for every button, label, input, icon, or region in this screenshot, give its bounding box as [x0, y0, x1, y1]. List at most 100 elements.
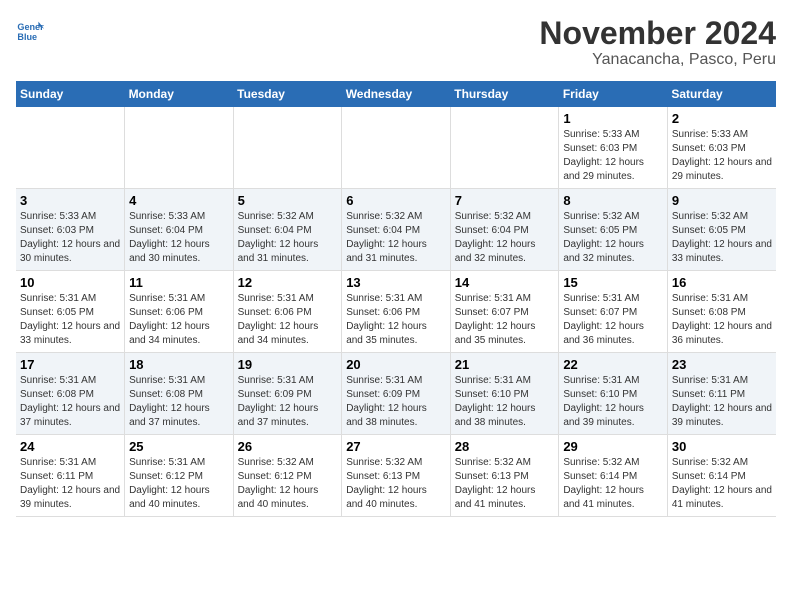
calendar-cell: 24 Sunrise: 5:31 AM Sunset: 6:11 PM Dayli… — [16, 435, 125, 517]
day-info: Sunrise: 5:32 AM Sunset: 6:05 PM Dayligh… — [672, 210, 772, 266]
calendar-cell: 10 Sunrise: 5:31 AM Sunset: 6:05 PM Dayli… — [16, 271, 125, 353]
day-info: Sunrise: 5:31 AM Sunset: 6:11 PM Dayligh… — [20, 456, 120, 512]
calendar-cell: 20Sunrise: 5:31 AM Sunset: 6:09 PM Dayli… — [342, 353, 451, 435]
calendar-cell: 27 Sunrise: 5:32 AM Sunset: 6:13 PM Dayli… — [342, 435, 451, 517]
day-info: Sunrise: 5:31 AM Sunset: 6:06 PM Dayligh… — [129, 292, 229, 348]
day-number: 8 — [563, 193, 663, 208]
day-number: 23 — [672, 357, 772, 372]
day-number: 10 — [20, 275, 120, 290]
calendar-cell: 3Sunrise: 5:33 AM Sunset: 6:03 PM Daylig… — [16, 189, 125, 271]
calendar-cell: 11 Sunrise: 5:31 AM Sunset: 6:06 PM Dayli… — [125, 271, 234, 353]
calendar-cell: 14 Sunrise: 5:31 AM Sunset: 6:07 PM Dayli… — [450, 271, 559, 353]
calendar-cell: 5Sunrise: 5:32 AM Sunset: 6:04 PM Daylig… — [233, 189, 342, 271]
day-number: 27 — [346, 439, 446, 454]
day-info: Sunrise: 5:32 AM Sunset: 6:14 PM Dayligh… — [563, 456, 663, 512]
day-info: Sunrise: 5:32 AM Sunset: 6:14 PM Dayligh… — [672, 456, 772, 512]
day-number: 1 — [563, 111, 663, 126]
day-number: 14 — [455, 275, 555, 290]
day-number: 28 — [455, 439, 555, 454]
day-of-week-header: Thursday — [450, 81, 559, 107]
day-info: Sunrise: 5:31 AM Sunset: 6:05 PM Dayligh… — [20, 292, 120, 348]
day-number: 12 — [238, 275, 338, 290]
calendar-cell: 6 Sunrise: 5:32 AM Sunset: 6:04 PM Daylig… — [342, 189, 451, 271]
day-info: Sunrise: 5:32 AM Sunset: 6:04 PM Dayligh… — [346, 210, 446, 266]
day-of-week-header: Wednesday — [342, 81, 451, 107]
day-number: 7 — [455, 193, 555, 208]
logo: General Blue — [16, 16, 46, 44]
calendar-cell: 13 Sunrise: 5:31 AM Sunset: 6:06 PM Dayli… — [342, 271, 451, 353]
calendar-cell — [16, 107, 125, 189]
day-of-week-header: Saturday — [667, 81, 776, 107]
calendar-cell: 4 Sunrise: 5:33 AM Sunset: 6:04 PM Daylig… — [125, 189, 234, 271]
calendar-cell: 19 Sunrise: 5:31 AM Sunset: 6:09 PM Dayli… — [233, 353, 342, 435]
day-info: Sunrise: 5:31 AM Sunset: 6:08 PM Dayligh… — [129, 374, 229, 430]
day-info: Sunrise: 5:31 AM Sunset: 6:06 PM Dayligh… — [238, 292, 338, 348]
day-info: Sunrise: 5:31 AM Sunset: 6:09 PM Dayligh… — [238, 374, 338, 430]
calendar-cell: 22 Sunrise: 5:31 AM Sunset: 6:10 PM Dayli… — [559, 353, 668, 435]
calendar-week-row: 24 Sunrise: 5:31 AM Sunset: 6:11 PM Dayli… — [16, 435, 776, 517]
day-info: Sunrise: 5:31 AM Sunset: 6:12 PM Dayligh… — [129, 456, 229, 512]
logo-icon: General Blue — [16, 16, 44, 44]
day-number: 6 — [346, 193, 446, 208]
day-number: 21 — [455, 357, 555, 372]
calendar-header-row: SundayMondayTuesdayWednesdayThursdayFrid… — [16, 81, 776, 107]
day-info: Sunrise: 5:31 AM Sunset: 6:11 PM Dayligh… — [672, 374, 772, 430]
calendar-cell: 2 Sunrise: 5:33 AM Sunset: 6:03 PM Daylig… — [667, 107, 776, 189]
title-block: November 2024 Yanacancha, Pasco, Peru — [539, 16, 776, 69]
calendar-cell: 29 Sunrise: 5:32 AM Sunset: 6:14 PM Dayli… — [559, 435, 668, 517]
day-info: Sunrise: 5:31 AM Sunset: 6:10 PM Dayligh… — [455, 374, 555, 430]
day-number: 2 — [672, 111, 772, 126]
day-number: 5 — [238, 193, 338, 208]
location-subtitle: Yanacancha, Pasco, Peru — [539, 51, 776, 69]
calendar-cell: 7 Sunrise: 5:32 AM Sunset: 6:04 PM Daylig… — [450, 189, 559, 271]
day-info: Sunrise: 5:31 AM Sunset: 6:07 PM Dayligh… — [455, 292, 555, 348]
day-info: Sunrise: 5:32 AM Sunset: 6:05 PM Dayligh… — [563, 210, 663, 266]
calendar-table: SundayMondayTuesdayWednesdayThursdayFrid… — [16, 81, 776, 517]
day-info: Sunrise: 5:32 AM Sunset: 6:13 PM Dayligh… — [455, 456, 555, 512]
day-number: 18 — [129, 357, 229, 372]
day-number: 3 — [20, 193, 120, 208]
svg-text:General: General — [17, 22, 44, 32]
calendar-cell — [233, 107, 342, 189]
day-of-week-header: Monday — [125, 81, 234, 107]
calendar-cell — [125, 107, 234, 189]
day-info: Sunrise: 5:31 AM Sunset: 6:10 PM Dayligh… — [563, 374, 663, 430]
day-number: 29 — [563, 439, 663, 454]
day-info: Sunrise: 5:32 AM Sunset: 6:12 PM Dayligh… — [238, 456, 338, 512]
day-of-week-header: Tuesday — [233, 81, 342, 107]
calendar-cell: 16 Sunrise: 5:31 AM Sunset: 6:08 PM Dayli… — [667, 271, 776, 353]
calendar-week-row: 10 Sunrise: 5:31 AM Sunset: 6:05 PM Dayli… — [16, 271, 776, 353]
calendar-cell: 15 Sunrise: 5:31 AM Sunset: 6:07 PM Dayli… — [559, 271, 668, 353]
calendar-cell — [450, 107, 559, 189]
day-number: 26 — [238, 439, 338, 454]
day-number: 16 — [672, 275, 772, 290]
day-number: 13 — [346, 275, 446, 290]
day-number: 30 — [672, 439, 772, 454]
day-number: 11 — [129, 275, 229, 290]
day-info: Sunrise: 5:33 AM Sunset: 6:03 PM Dayligh… — [672, 128, 772, 184]
day-number: 24 — [20, 439, 120, 454]
calendar-cell: 18 Sunrise: 5:31 AM Sunset: 6:08 PM Dayli… — [125, 353, 234, 435]
day-number: 15 — [563, 275, 663, 290]
page-header: General Blue November 2024 Yanacancha, P… — [16, 16, 776, 69]
day-info: Sunrise: 5:31 AM Sunset: 6:06 PM Dayligh… — [346, 292, 446, 348]
day-of-week-header: Friday — [559, 81, 668, 107]
calendar-cell — [342, 107, 451, 189]
day-info: Sunrise: 5:33 AM Sunset: 6:04 PM Dayligh… — [129, 210, 229, 266]
calendar-week-row: 1 Sunrise: 5:33 AM Sunset: 6:03 PM Daylig… — [16, 107, 776, 189]
day-info: Sunrise: 5:31 AM Sunset: 6:08 PM Dayligh… — [672, 292, 772, 348]
day-info: Sunrise: 5:32 AM Sunset: 6:13 PM Dayligh… — [346, 456, 446, 512]
calendar-cell: 1Sunrise: 5:33 AM Sunset: 6:03 PM Daylig… — [559, 107, 668, 189]
day-of-week-header: Sunday — [16, 81, 125, 107]
day-number: 19 — [238, 357, 338, 372]
day-number: 4 — [129, 193, 229, 208]
day-number: 22 — [563, 357, 663, 372]
calendar-cell: 12 Sunrise: 5:31 AM Sunset: 6:06 PM Dayli… — [233, 271, 342, 353]
day-info: Sunrise: 5:31 AM Sunset: 6:07 PM Dayligh… — [563, 292, 663, 348]
calendar-week-row: 17Sunrise: 5:31 AM Sunset: 6:08 PM Dayli… — [16, 353, 776, 435]
calendar-cell: 9Sunrise: 5:32 AM Sunset: 6:05 PM Daylig… — [667, 189, 776, 271]
calendar-cell: 21 Sunrise: 5:31 AM Sunset: 6:10 PM Dayli… — [450, 353, 559, 435]
calendar-cell: 25Sunrise: 5:31 AM Sunset: 6:12 PM Dayli… — [125, 435, 234, 517]
calendar-cell: 17Sunrise: 5:31 AM Sunset: 6:08 PM Dayli… — [16, 353, 125, 435]
day-info: Sunrise: 5:32 AM Sunset: 6:04 PM Dayligh… — [455, 210, 555, 266]
